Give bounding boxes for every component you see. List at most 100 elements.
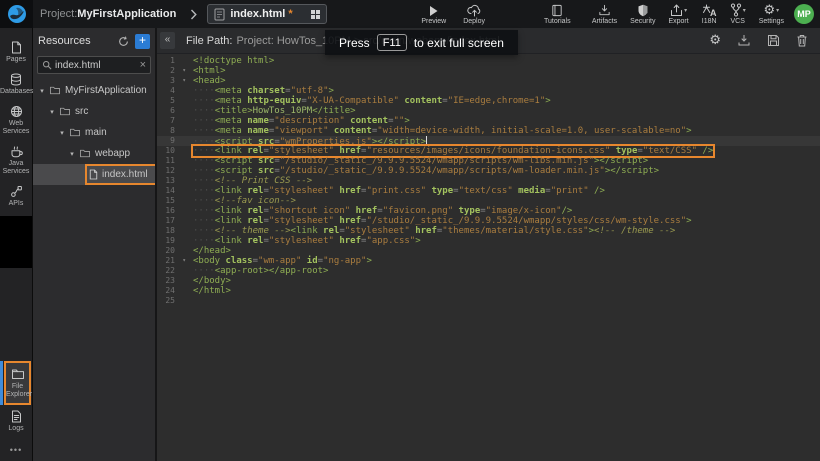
sidebar-item-label: Web Services <box>0 120 32 136</box>
chevron-down-icon[interactable]: ▾ <box>37 87 47 95</box>
sidebar-item-java-services[interactable]: Java Services <box>0 140 32 180</box>
file-actions: ⚙ <box>709 34 820 47</box>
code-line-23: 23</body> <box>157 276 820 286</box>
resource-search: × <box>37 56 151 74</box>
user-avatar[interactable]: MP <box>794 4 814 24</box>
line-number: 3▾ <box>157 76 187 86</box>
code-line-13: 13····<!-- Print CSS --> <box>157 176 820 186</box>
project-prefix: Project: <box>40 8 77 20</box>
resources-header: Resources + <box>33 28 155 54</box>
sidebar-item-apis[interactable]: APIs <box>0 180 32 212</box>
deploy-button[interactable]: Deploy <box>461 4 487 25</box>
text-cursor <box>426 136 427 145</box>
branch-icon <box>730 4 742 17</box>
tip-prefix: Press <box>339 36 370 50</box>
line-number: 2▾ <box>157 66 187 76</box>
grid-icon[interactable] <box>311 10 320 19</box>
code-line-21: 21▾<body class="wm-app" id="ng-app"> <box>157 256 820 266</box>
sidebar-item-databases[interactable]: Databases <box>0 68 32 100</box>
code-line-25: 25 <box>157 296 820 306</box>
tree-item-index-html[interactable]: index.html <box>33 164 155 185</box>
page-icon <box>11 40 22 54</box>
line-number: 8 <box>157 126 187 136</box>
trash-icon[interactable] <box>796 34 808 47</box>
translate-icon: A <box>702 4 717 17</box>
code-line-18: 18····<!-- theme --><link rel="styleshee… <box>157 226 820 236</box>
line-number: 14 <box>157 186 187 196</box>
chevron-down-icon[interactable]: ▾ <box>47 108 57 116</box>
sidebar-item-web-services[interactable]: Web Services <box>0 100 32 140</box>
tree-item-label: MyFirstApplication <box>65 85 147 96</box>
coffee-icon <box>10 144 23 158</box>
tree-item-webapp[interactable]: ▾webapp <box>33 143 155 164</box>
code-line-12: 12····<script src="/studio/_static_/9.9.… <box>157 166 820 176</box>
code-editor[interactable]: 1<!doctype html>2▾<html>3▾<head>4····<me… <box>157 54 820 461</box>
line-number: 24 <box>157 286 187 296</box>
add-resource-button[interactable]: + <box>135 34 150 49</box>
tree-item-box: index.html <box>87 166 155 183</box>
preview-button[interactable]: Preview <box>419 4 448 25</box>
line-number: 20 <box>157 246 187 256</box>
line-number: 18 <box>157 226 187 236</box>
line-number: 7 <box>157 116 187 126</box>
fold-toggle-icon[interactable]: ▾ <box>182 256 186 266</box>
code-content: ····<title>HowTos_10PM</title> <box>193 106 356 116</box>
fold-toggle-icon[interactable]: ▾ <box>182 66 186 76</box>
sidebar-separator-block <box>0 216 32 268</box>
fullscreen-tip: Press F11 to exit full screen <box>325 30 518 55</box>
i18n-button[interactable]: AI18N <box>700 4 719 25</box>
chevron-down-icon: ▾ <box>743 7 746 14</box>
logs-icon <box>11 409 22 423</box>
line-number: 19 <box>157 236 187 246</box>
more-menu-button[interactable]: ••• <box>0 437 32 461</box>
code-content: <!doctype html> <box>193 56 274 66</box>
tab-index-html[interactable]: index.html * <box>207 4 327 24</box>
line-number: 21▾ <box>157 256 187 266</box>
fold-toggle-icon[interactable]: ▾ <box>182 76 186 86</box>
code-line-3: 3▾ <head> <box>157 76 820 86</box>
tree-item-src[interactable]: ▾src <box>33 101 155 122</box>
sidebar-top-group: PagesDatabases Web Services Java ServicesA… <box>0 36 32 212</box>
code-line-4: 4····<meta charset="utf-8"> <box>157 86 820 96</box>
settings-button[interactable]: ⚙▾Settings <box>757 4 786 25</box>
app-logo[interactable] <box>0 0 33 28</box>
gear-icon: ⚙ <box>764 4 776 17</box>
search-icon <box>42 60 52 70</box>
resources-panel: Resources + × ▾MyFirstApplication▾src▾ma… <box>33 28 157 461</box>
chevron-down-icon[interactable]: ▾ <box>67 150 77 158</box>
tree-item-myfirstapplication[interactable]: ▾ MyFirstApplication <box>33 80 155 101</box>
cloud-upload-icon <box>467 4 482 17</box>
tree-item-box: MyFirstApplication <box>47 82 155 99</box>
sidebar-item-logs[interactable]: Logs <box>0 405 32 437</box>
sidebar-item-pages[interactable]: Pages <box>0 36 32 68</box>
tutorials-button[interactable]: Tutorials <box>542 4 573 25</box>
gear-icon[interactable]: ⚙ <box>709 34 721 47</box>
tree-item-box: main <box>67 124 155 141</box>
tree-item-main[interactable]: ▾main <box>33 122 155 143</box>
code-line-14: 14····<link rel="stylesheet" href="print… <box>157 186 820 196</box>
sidebar-item-file-explorer[interactable]: File Explorer <box>4 361 31 405</box>
action-label: VCS <box>730 18 744 25</box>
code-content: ····<meta name="viewport" content="width… <box>193 126 692 136</box>
security-button[interactable]: Security <box>628 4 657 25</box>
f11-key-badge: F11 <box>377 34 407 51</box>
download-icon[interactable] <box>737 34 751 47</box>
chevron-down-icon: ▾ <box>684 7 687 14</box>
code-content: ····<meta name="description" content=""> <box>193 116 410 126</box>
collapse-panel-icon[interactable]: « <box>160 32 175 49</box>
clear-search-icon[interactable]: × <box>140 59 146 71</box>
chevron-down-icon[interactable]: ▾ <box>57 129 67 137</box>
code-content: </html> <box>193 286 231 296</box>
line-number: 11 <box>157 156 187 166</box>
database-icon <box>10 72 22 86</box>
export-button[interactable]: ▾Export <box>666 4 690 25</box>
search-input[interactable] <box>55 60 137 71</box>
sidebar-item-label: File Explorer <box>6 383 29 399</box>
vcs-button[interactable]: ▾ VCS <box>728 4 748 25</box>
save-icon[interactable] <box>767 34 780 47</box>
refresh-icon[interactable] <box>118 36 129 47</box>
code-content: <head> <box>193 76 226 86</box>
code-line-16: 16····<link rel="shortcut icon" href="fa… <box>157 206 820 216</box>
vcs-icon-group: ▾ <box>730 4 746 17</box>
artifacts-button[interactable]: Artifacts <box>590 4 619 25</box>
